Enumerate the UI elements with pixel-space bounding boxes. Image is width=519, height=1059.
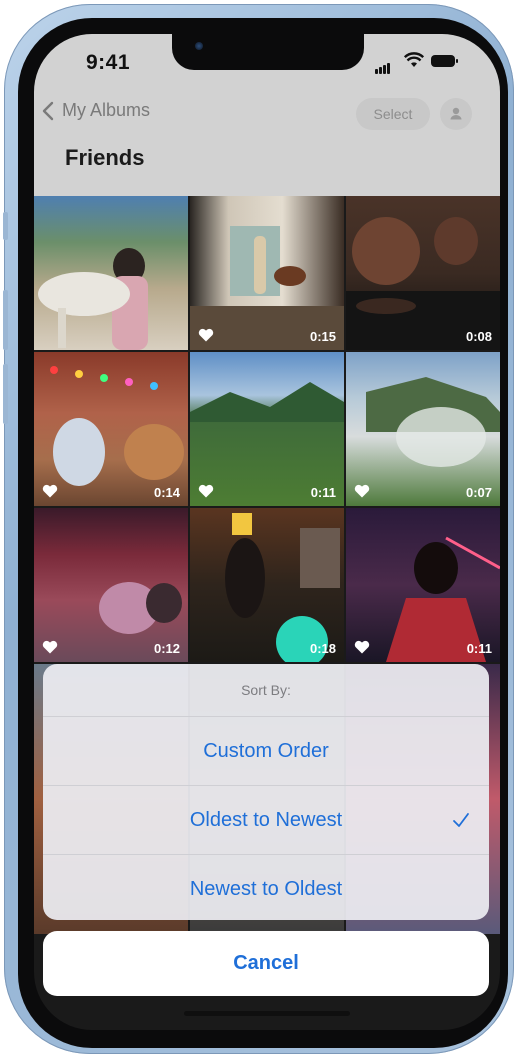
photo-image xyxy=(386,536,500,662)
sheet-title: Sort By: xyxy=(241,682,291,698)
favorite-heart-icon xyxy=(42,484,58,498)
person-icon xyxy=(450,107,462,120)
favorite-heart-icon xyxy=(354,640,370,654)
favorite-heart-icon xyxy=(198,484,214,498)
option-label: Newest to Oldest xyxy=(189,878,343,900)
sort-option-custom-order[interactable]: Custom Order xyxy=(43,716,489,785)
favorite-heart-icon xyxy=(198,328,214,342)
video-duration: 0:11 xyxy=(466,641,492,656)
chevron-left-icon xyxy=(42,101,54,120)
back-button[interactable]: My Albums xyxy=(42,100,150,121)
photo-tile[interactable]: 0:12 xyxy=(34,508,188,662)
video-duration: 0:08 xyxy=(465,329,492,344)
home-indicator[interactable] xyxy=(184,1011,350,1016)
volume-down-button xyxy=(3,364,8,424)
photo-image xyxy=(225,513,340,662)
photo-image xyxy=(190,226,344,350)
account-button[interactable] xyxy=(440,98,472,130)
screen: 9:41 My Albums Select Friends 0:15 0:08 … xyxy=(34,34,500,1030)
option-label: Custom Order xyxy=(203,740,329,762)
status-time: 9:41 xyxy=(86,51,131,74)
battery-icon xyxy=(431,55,458,67)
signal-icon xyxy=(375,56,391,74)
back-label: My Albums xyxy=(62,100,151,120)
sort-action-sheet: Sort By: Custom Order Oldest to Newest N… xyxy=(43,664,489,920)
notch xyxy=(172,34,364,70)
photo-tile[interactable]: 0:11 xyxy=(346,508,500,662)
photo-image xyxy=(346,217,500,350)
video-duration: 0:14 xyxy=(153,485,180,500)
wifi-icon xyxy=(404,52,424,67)
video-duration: 0:07 xyxy=(465,485,492,500)
photo-image xyxy=(38,248,148,350)
photo-image xyxy=(190,382,344,422)
sort-option-oldest-to-newest[interactable]: Oldest to Newest xyxy=(43,785,489,854)
volume-up-button xyxy=(3,290,8,350)
photo-tile[interactable]: 0:07 xyxy=(346,352,500,506)
favorite-heart-icon xyxy=(42,640,58,654)
photo-image xyxy=(366,377,500,467)
photo-image xyxy=(99,582,182,634)
photo-tile[interactable] xyxy=(34,196,188,350)
silent-switch xyxy=(3,212,8,240)
video-duration: 0:11 xyxy=(310,485,336,500)
video-duration: 0:12 xyxy=(153,641,180,656)
photo-tile[interactable]: 0:11 xyxy=(190,352,344,506)
video-duration: 0:18 xyxy=(309,641,336,656)
checkmark-icon xyxy=(453,813,469,827)
front-camera xyxy=(195,42,203,50)
photo-tile[interactable]: 0:08 xyxy=(346,196,500,350)
cancel-button[interactable]: Cancel xyxy=(43,931,489,996)
favorite-heart-icon xyxy=(354,484,370,498)
sort-option-newest-to-oldest[interactable]: Newest to Oldest xyxy=(43,854,489,920)
video-duration: 0:15 xyxy=(309,329,336,344)
photo-tile[interactable]: 0:15 xyxy=(190,196,344,350)
photo-tile[interactable]: 0:14 xyxy=(34,352,188,506)
option-label: Oldest to Newest xyxy=(189,809,343,831)
album-title: Friends xyxy=(65,145,145,170)
photo-image xyxy=(50,366,184,486)
select-button[interactable]: Select xyxy=(356,98,430,130)
photo-tile[interactable]: 0:18 xyxy=(190,508,344,662)
